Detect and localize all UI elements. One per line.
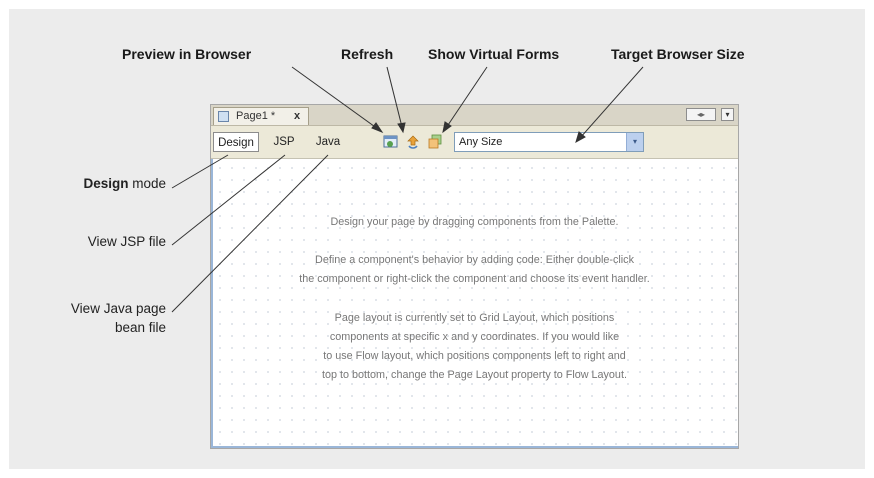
refresh-callout-arrow bbox=[386, 66, 406, 134]
preview-callout-arrow bbox=[291, 66, 384, 134]
java-leader-line bbox=[171, 154, 329, 313]
virtual-forms-callout-arrow bbox=[442, 66, 488, 134]
callout-lines bbox=[171, 66, 644, 313]
browser-size-callout-arrow bbox=[575, 66, 644, 144]
jsp-leader-line bbox=[171, 154, 286, 246]
design-mode-leader-line bbox=[171, 154, 229, 189]
